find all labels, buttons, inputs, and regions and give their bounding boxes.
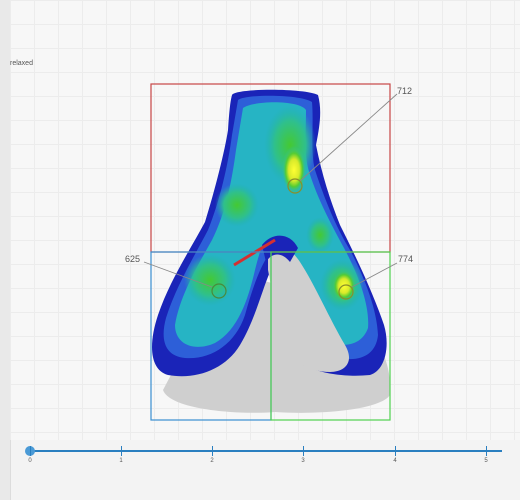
callout-label-625: 625 [125, 254, 141, 264]
hotspot-774 [332, 270, 356, 302]
timeline-tick [30, 446, 31, 456]
timeline-tick [303, 446, 304, 456]
timeline-tick [486, 446, 487, 456]
callout-label-774: 774 [398, 254, 414, 264]
timeline-tick [212, 446, 213, 456]
timeline-tick-label: 4 [393, 458, 397, 464]
timeline-tick-label: 1 [119, 458, 123, 464]
timeline-track[interactable] [30, 450, 502, 452]
timeline-tick [121, 446, 122, 456]
timeline-tick-label: 5 [484, 458, 488, 464]
timeline-tick-label: 3 [301, 458, 305, 464]
timeline-tick-label: 0 [28, 458, 32, 464]
pressure-heatmap [143, 83, 398, 421]
timeline-slider[interactable]: 0 1 2 3 4 5 [0, 440, 520, 500]
callout-label-712: 712 [397, 86, 413, 96]
timeline-tick-label: 2 [210, 458, 214, 464]
timeline-tick [395, 446, 396, 456]
